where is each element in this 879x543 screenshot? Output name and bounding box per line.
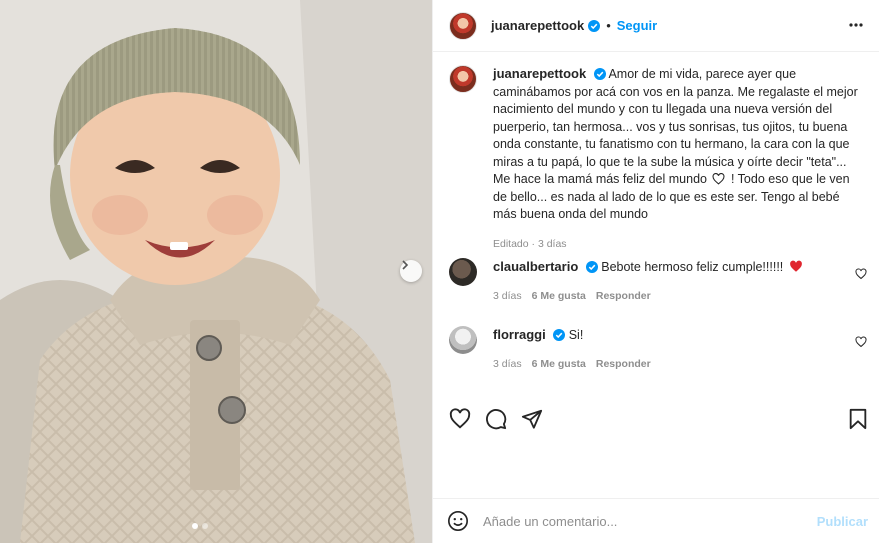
post-photo[interactable]	[0, 0, 432, 543]
comment-username[interactable]: claualbertario	[493, 259, 578, 274]
commenter-avatar[interactable]	[449, 326, 477, 354]
save-icon	[849, 408, 867, 430]
comment-text: Si!	[568, 328, 584, 342]
comment-input[interactable]	[483, 513, 803, 529]
caption-text: Amor de mi vida, parece ayer que camináb…	[493, 67, 858, 186]
verified-icon	[585, 261, 598, 273]
carousel-dot	[192, 523, 198, 529]
comment-icon	[486, 408, 507, 429]
reply-button[interactable]: Responder	[596, 356, 651, 373]
comment-like-heart-icon[interactable]	[855, 268, 867, 280]
next-arrow-icon	[402, 260, 409, 270]
like-button[interactable]	[449, 407, 471, 430]
verified-icon	[553, 329, 566, 341]
comment-text: Bebote hermoso feliz cumple!!!!!!	[601, 260, 784, 274]
emoji-icon[interactable]	[447, 510, 469, 532]
comment-body: florraggi Si! 3 días 6 Me gusta Responde…	[493, 326, 843, 373]
post-caption: juanarepettook Amor de mi vida, parece a…	[449, 65, 869, 253]
comment-body: claualbertario Bebote hermoso feliz cump…	[493, 258, 843, 305]
baby-photo-illustration	[0, 0, 432, 543]
share-button[interactable]	[521, 408, 543, 430]
caption-text-block: juanarepettook Amor de mi vida, parece a…	[493, 65, 863, 253]
carousel-dot	[202, 523, 208, 529]
heart-icon	[449, 407, 471, 428]
caption-meta: Editado · 3 días	[493, 237, 567, 250]
comment-likes[interactable]: 6 Me gusta	[532, 288, 586, 305]
comment-item: florraggi Si! 3 días 6 Me gusta Responde…	[449, 326, 869, 373]
author-avatar[interactable]	[449, 65, 477, 93]
post-actions-bar	[433, 396, 879, 441]
caption-username[interactable]: juanarepettook	[493, 66, 586, 81]
more-icon[interactable]	[848, 17, 864, 33]
verified-icon	[588, 19, 601, 32]
comment-item: claualbertario Bebote hermoso feliz cump…	[449, 258, 869, 305]
comment-age: 3 días	[493, 358, 522, 370]
comment-button[interactable]	[485, 408, 507, 430]
next-photo-button[interactable]	[400, 260, 422, 282]
verified-icon	[593, 68, 606, 80]
post-panel: juanarepettook • Seguir juanarepettook A…	[432, 0, 879, 543]
post-header: juanarepettook • Seguir	[433, 0, 879, 52]
comment-likes[interactable]: 6 Me gusta	[532, 356, 586, 373]
commenter-avatar[interactable]	[449, 258, 477, 286]
author-avatar[interactable]	[449, 11, 477, 40]
red-heart-emoji-icon	[789, 260, 802, 272]
header-separator: •	[606, 18, 611, 33]
share-icon	[521, 409, 543, 429]
comment-composer: Publicar	[433, 498, 879, 543]
comment-age: 3 días	[493, 290, 522, 302]
carousel-dots	[192, 523, 208, 529]
reply-button[interactable]: Responder	[596, 288, 651, 305]
comment-like-heart-icon[interactable]	[855, 336, 867, 348]
author-username[interactable]: juanarepettook	[491, 18, 584, 33]
publish-button[interactable]: Publicar	[817, 514, 868, 529]
comment-meta: 3 días 6 Me gusta Responder	[493, 356, 843, 373]
follow-button[interactable]: Seguir	[617, 18, 657, 33]
comments-scroll[interactable]: juanarepettook Amor de mi vida, parece a…	[433, 53, 879, 393]
comment-username[interactable]: florraggi	[493, 327, 546, 342]
comment-meta: 3 días 6 Me gusta Responder	[493, 288, 843, 305]
save-button[interactable]	[848, 408, 868, 435]
heart-outline-emoji-icon	[713, 172, 725, 185]
